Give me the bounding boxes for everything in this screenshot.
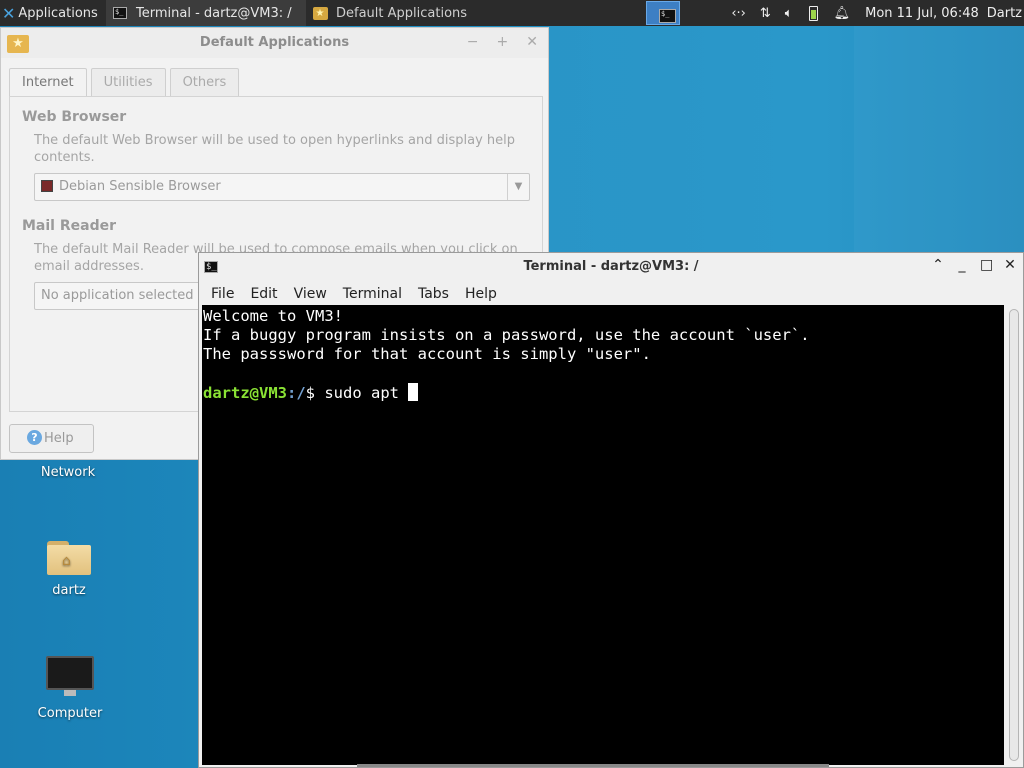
text-cursor: [408, 383, 419, 401]
computer-icon: [46, 656, 94, 698]
tab-utilities[interactable]: Utilities: [90, 68, 166, 96]
network-updown-icon[interactable]: ⇅: [760, 6, 771, 21]
mail-reader-heading: Mail Reader: [22, 218, 116, 234]
volume-icon[interactable]: 🔈︎: [785, 6, 793, 21]
web-browser-description: The default Web Browser will be used to …: [34, 133, 516, 165]
menu-edit[interactable]: Edit: [242, 283, 285, 305]
menu-help[interactable]: Help: [457, 283, 505, 305]
horizontal-scroll-indicator: [357, 764, 829, 767]
browser-app-icon: [41, 179, 53, 192]
desktop-icon-label: Computer: [37, 706, 103, 721]
taskbar-item-label: Default Applications: [336, 5, 468, 21]
chevron-down-icon: ▼: [507, 174, 529, 200]
desktop-icon-computer[interactable]: Computer: [25, 656, 115, 721]
top-panel: ✕ Applications $_ Terminal - dartz@VM3: …: [0, 0, 1024, 26]
terminal-icon: $_: [112, 5, 128, 21]
network-arrows-icon[interactable]: ‹·›: [731, 6, 746, 21]
tab-bar: Internet Utilities Others: [9, 68, 243, 97]
close-icon[interactable]: ✕: [1004, 257, 1016, 273]
window-titlebar[interactable]: $_ Terminal - dartz@VM3: / ⌃ _ □ ✕: [199, 253, 1023, 281]
desktop-icon-label: Network: [40, 465, 96, 480]
minimize-icon[interactable]: −: [467, 34, 479, 50]
terminal-window: $_ Terminal - dartz@VM3: / ⌃ _ □ ✕ File …: [198, 252, 1024, 768]
battery-icon[interactable]: [808, 5, 818, 21]
taskbar-item-default-applications[interactable]: ★ Default Applications: [306, 0, 506, 26]
menu-terminal[interactable]: Terminal: [335, 283, 410, 305]
window-titlebar[interactable]: ★ Default Applications − + ✕: [1, 28, 548, 58]
web-browser-selected: Debian Sensible Browser: [59, 179, 221, 194]
maximize-icon[interactable]: +: [497, 34, 509, 50]
vertical-scrollbar[interactable]: [1009, 309, 1019, 761]
taskbar-item-label: Terminal - dartz@VM3: /: [136, 5, 292, 21]
web-browser-select[interactable]: Debian Sensible Browser ▼: [34, 173, 530, 201]
tab-internet[interactable]: Internet: [9, 68, 87, 97]
shade-icon[interactable]: ⌃: [932, 257, 944, 273]
web-browser-heading: Web Browser: [22, 109, 127, 125]
notification-bell-icon[interactable]: 🔔︎: [834, 6, 851, 21]
prompt-path: :/: [287, 384, 306, 402]
applications-label: Applications: [18, 5, 98, 21]
window-title: Terminal - dartz@VM3: /: [523, 259, 699, 274]
user-menu[interactable]: Dartz: [987, 6, 1024, 21]
default-applications-icon: ★: [312, 5, 328, 21]
desktop-icon-network[interactable]: Network: [23, 465, 113, 480]
maximize-icon[interactable]: □: [980, 257, 993, 273]
menu-file[interactable]: File: [203, 283, 242, 305]
prompt-symbol: $: [305, 384, 325, 402]
command-input[interactable]: sudo apt: [324, 384, 408, 402]
applications-menu-button[interactable]: ✕ Applications: [0, 0, 106, 26]
prompt-user: dartz@VM3: [203, 384, 287, 402]
help-icon: ?: [27, 430, 42, 445]
xfce-logo-icon: ✕: [2, 3, 16, 23]
terminal-icon: $_: [659, 9, 676, 23]
menu-bar: File Edit View Terminal Tabs Help: [203, 283, 505, 305]
system-tray: ‹·› ⇅ 🔈︎ 🔔︎ Mon 11 Jul, 06:48 Dartz: [724, 0, 1024, 26]
menu-tabs[interactable]: Tabs: [410, 283, 457, 305]
workspace-switcher[interactable]: $_: [646, 1, 680, 25]
menu-view[interactable]: View: [286, 283, 335, 305]
terminal-line: Welcome to VM3!: [203, 307, 343, 325]
desktop-icon-label: dartz: [52, 583, 86, 598]
terminal-output[interactable]: Welcome to VM3! If a buggy program insis…: [202, 305, 1004, 765]
terminal-line: If a buggy program insists on a password…: [203, 326, 810, 344]
mail-reader-selected: No application selected: [41, 288, 194, 303]
desktop-icon-home-folder[interactable]: ⌂ dartz: [24, 539, 114, 598]
clock[interactable]: Mon 11 Jul, 06:48: [865, 6, 979, 21]
home-folder-icon: ⌂: [47, 539, 91, 575]
taskbar-item-terminal[interactable]: $_ Terminal - dartz@VM3: /: [106, 0, 306, 26]
minimize-icon[interactable]: _: [956, 257, 968, 273]
prompt-line: dartz@VM3:/$ sudo apt: [203, 383, 1003, 402]
close-icon[interactable]: ✕: [526, 34, 538, 50]
help-label: Help: [44, 431, 74, 446]
terminal-line: The passsword for that account is simply…: [203, 345, 651, 363]
tab-others[interactable]: Others: [169, 68, 240, 96]
help-button[interactable]: ? Help: [9, 424, 94, 453]
